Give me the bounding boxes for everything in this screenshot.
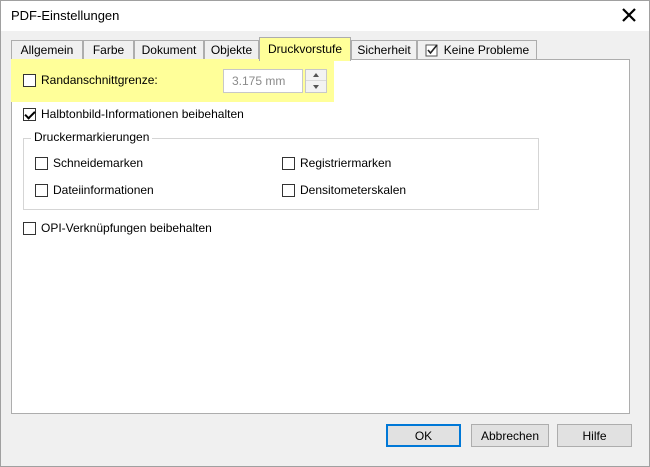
help-button[interactable]: Hilfe xyxy=(557,424,632,447)
tab-label: Keine Probleme xyxy=(443,43,530,57)
crop-marks-label: Schneidemarken xyxy=(53,156,144,170)
printer-marks-group xyxy=(23,138,539,210)
tab-label: Druckvorstufe xyxy=(267,42,343,56)
crop-marks-option[interactable]: Schneidemarken xyxy=(35,154,143,172)
spin-down-button[interactable] xyxy=(306,81,326,92)
tab-dokument[interactable]: Dokument xyxy=(134,40,204,60)
bleed-spinner xyxy=(305,69,327,93)
dialog-title: PDF-Einstellungen xyxy=(11,8,120,23)
halftone-label: Halbtonbild-Informationen beibehalten xyxy=(41,107,244,121)
arrow-down-icon xyxy=(313,84,319,89)
close-button[interactable] xyxy=(619,5,639,25)
tab-farbe[interactable]: Farbe xyxy=(83,40,134,60)
bleed-label: Randanschnittgrenze: xyxy=(41,73,158,87)
halftone-checkbox[interactable] xyxy=(23,107,36,121)
pdf-settings-dialog: PDF-Einstellungen Allgemein Farbe Dokume… xyxy=(0,0,650,467)
tab-label: Allgemein xyxy=(20,43,74,57)
tab-label: Farbe xyxy=(92,43,125,57)
close-icon xyxy=(622,8,636,22)
registration-marks-label: Registriermarken xyxy=(300,156,392,170)
registration-marks-option[interactable]: Registriermarken xyxy=(282,154,391,172)
tab-label: Sicherheit xyxy=(357,43,411,57)
spin-up-button[interactable] xyxy=(306,70,326,81)
crop-marks-checkbox[interactable] xyxy=(35,156,48,170)
bleed-checkbox[interactable] xyxy=(23,73,36,87)
ok-button[interactable]: OK xyxy=(386,424,461,447)
densitometer-checkbox[interactable] xyxy=(282,183,295,197)
opi-label: OPI-Verknüpfungen beibehalten xyxy=(41,221,212,235)
densitometer-label: Densitometerskalen xyxy=(300,183,407,197)
bleed-value-input[interactable] xyxy=(223,69,303,93)
arrow-up-icon xyxy=(313,73,319,77)
file-info-checkbox[interactable] xyxy=(35,183,48,197)
tab-label: Objekte xyxy=(210,43,253,57)
tab-allgemein[interactable]: Allgemein xyxy=(11,40,83,60)
printer-marks-legend: Druckermarkierungen xyxy=(31,130,153,144)
file-info-option[interactable]: Dateiinformationen xyxy=(35,181,154,199)
densitometer-option[interactable]: Densitometerskalen xyxy=(282,181,406,199)
tab-druckvorstufe[interactable]: Druckvorstufe xyxy=(259,37,351,61)
tab-objekte[interactable]: Objekte xyxy=(204,40,259,60)
file-info-label: Dateiinformationen xyxy=(53,183,154,197)
opi-checkbox[interactable] xyxy=(23,221,36,235)
halftone-option[interactable]: Halbtonbild-Informationen beibehalten xyxy=(23,105,244,123)
opi-option[interactable]: OPI-Verknüpfungen beibehalten xyxy=(23,219,212,237)
bleed-option[interactable]: Randanschnittgrenze: xyxy=(23,71,158,89)
tab-keine-probleme[interactable]: Keine Probleme xyxy=(417,40,537,60)
tab-sicherheit[interactable]: Sicherheit xyxy=(351,40,417,60)
registration-marks-checkbox[interactable] xyxy=(282,156,295,170)
title-bar: PDF-Einstellungen xyxy=(1,1,649,31)
cancel-button[interactable]: Abbrechen xyxy=(471,424,549,447)
tab-label: Dokument xyxy=(141,43,197,57)
